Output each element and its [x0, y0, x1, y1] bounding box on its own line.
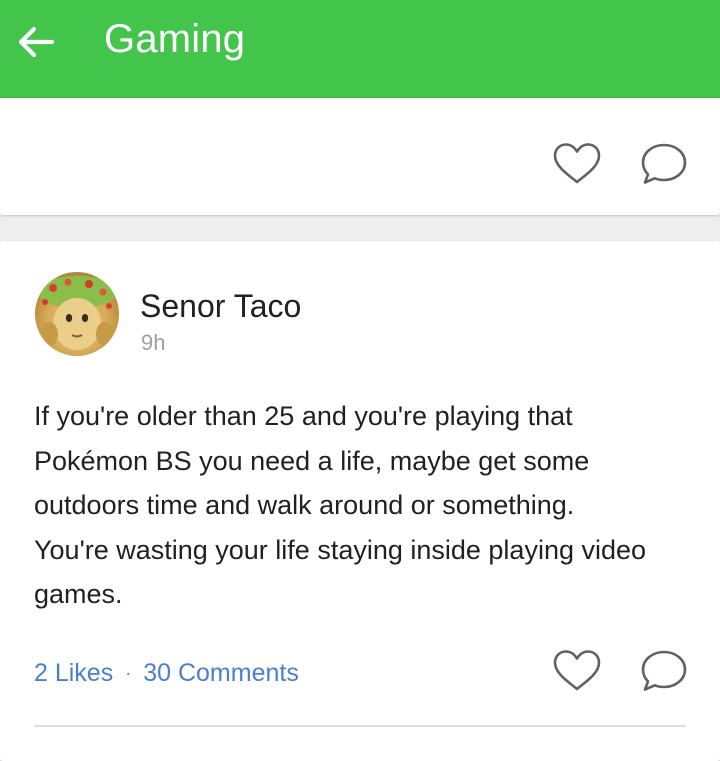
avatar[interactable] — [35, 272, 119, 356]
comment-button[interactable] — [638, 140, 690, 188]
post-card: Senor Taco 9h If you're older than 25 an… — [0, 241, 720, 761]
speech-bubble-icon — [641, 143, 687, 184]
separator: · — [125, 663, 132, 683]
avatar-image — [37, 276, 117, 350]
comment-button[interactable] — [638, 647, 690, 695]
post-stats: 2 Likes · 30 Comments — [34, 659, 299, 688]
previous-post-card — [0, 98, 720, 215]
like-button[interactable] — [551, 647, 603, 695]
speech-bubble-icon — [641, 650, 687, 691]
divider — [34, 725, 686, 727]
comments-link[interactable]: 30 Comments — [143, 659, 299, 688]
heart-outline-icon — [553, 650, 601, 691]
app-bar: Gaming — [0, 0, 720, 98]
likes-link[interactable]: 2 Likes — [34, 659, 113, 688]
post-body: If you're older than 25 and you're playi… — [34, 401, 647, 609]
author-name[interactable]: Senor Taco — [140, 288, 301, 325]
back-button[interactable] — [14, 20, 58, 64]
arrow-left-icon — [18, 26, 55, 58]
like-button[interactable] — [551, 140, 603, 188]
post-timestamp: 9h — [141, 330, 166, 355]
page-title: Gaming — [104, 17, 246, 61]
heart-outline-icon — [553, 143, 601, 184]
